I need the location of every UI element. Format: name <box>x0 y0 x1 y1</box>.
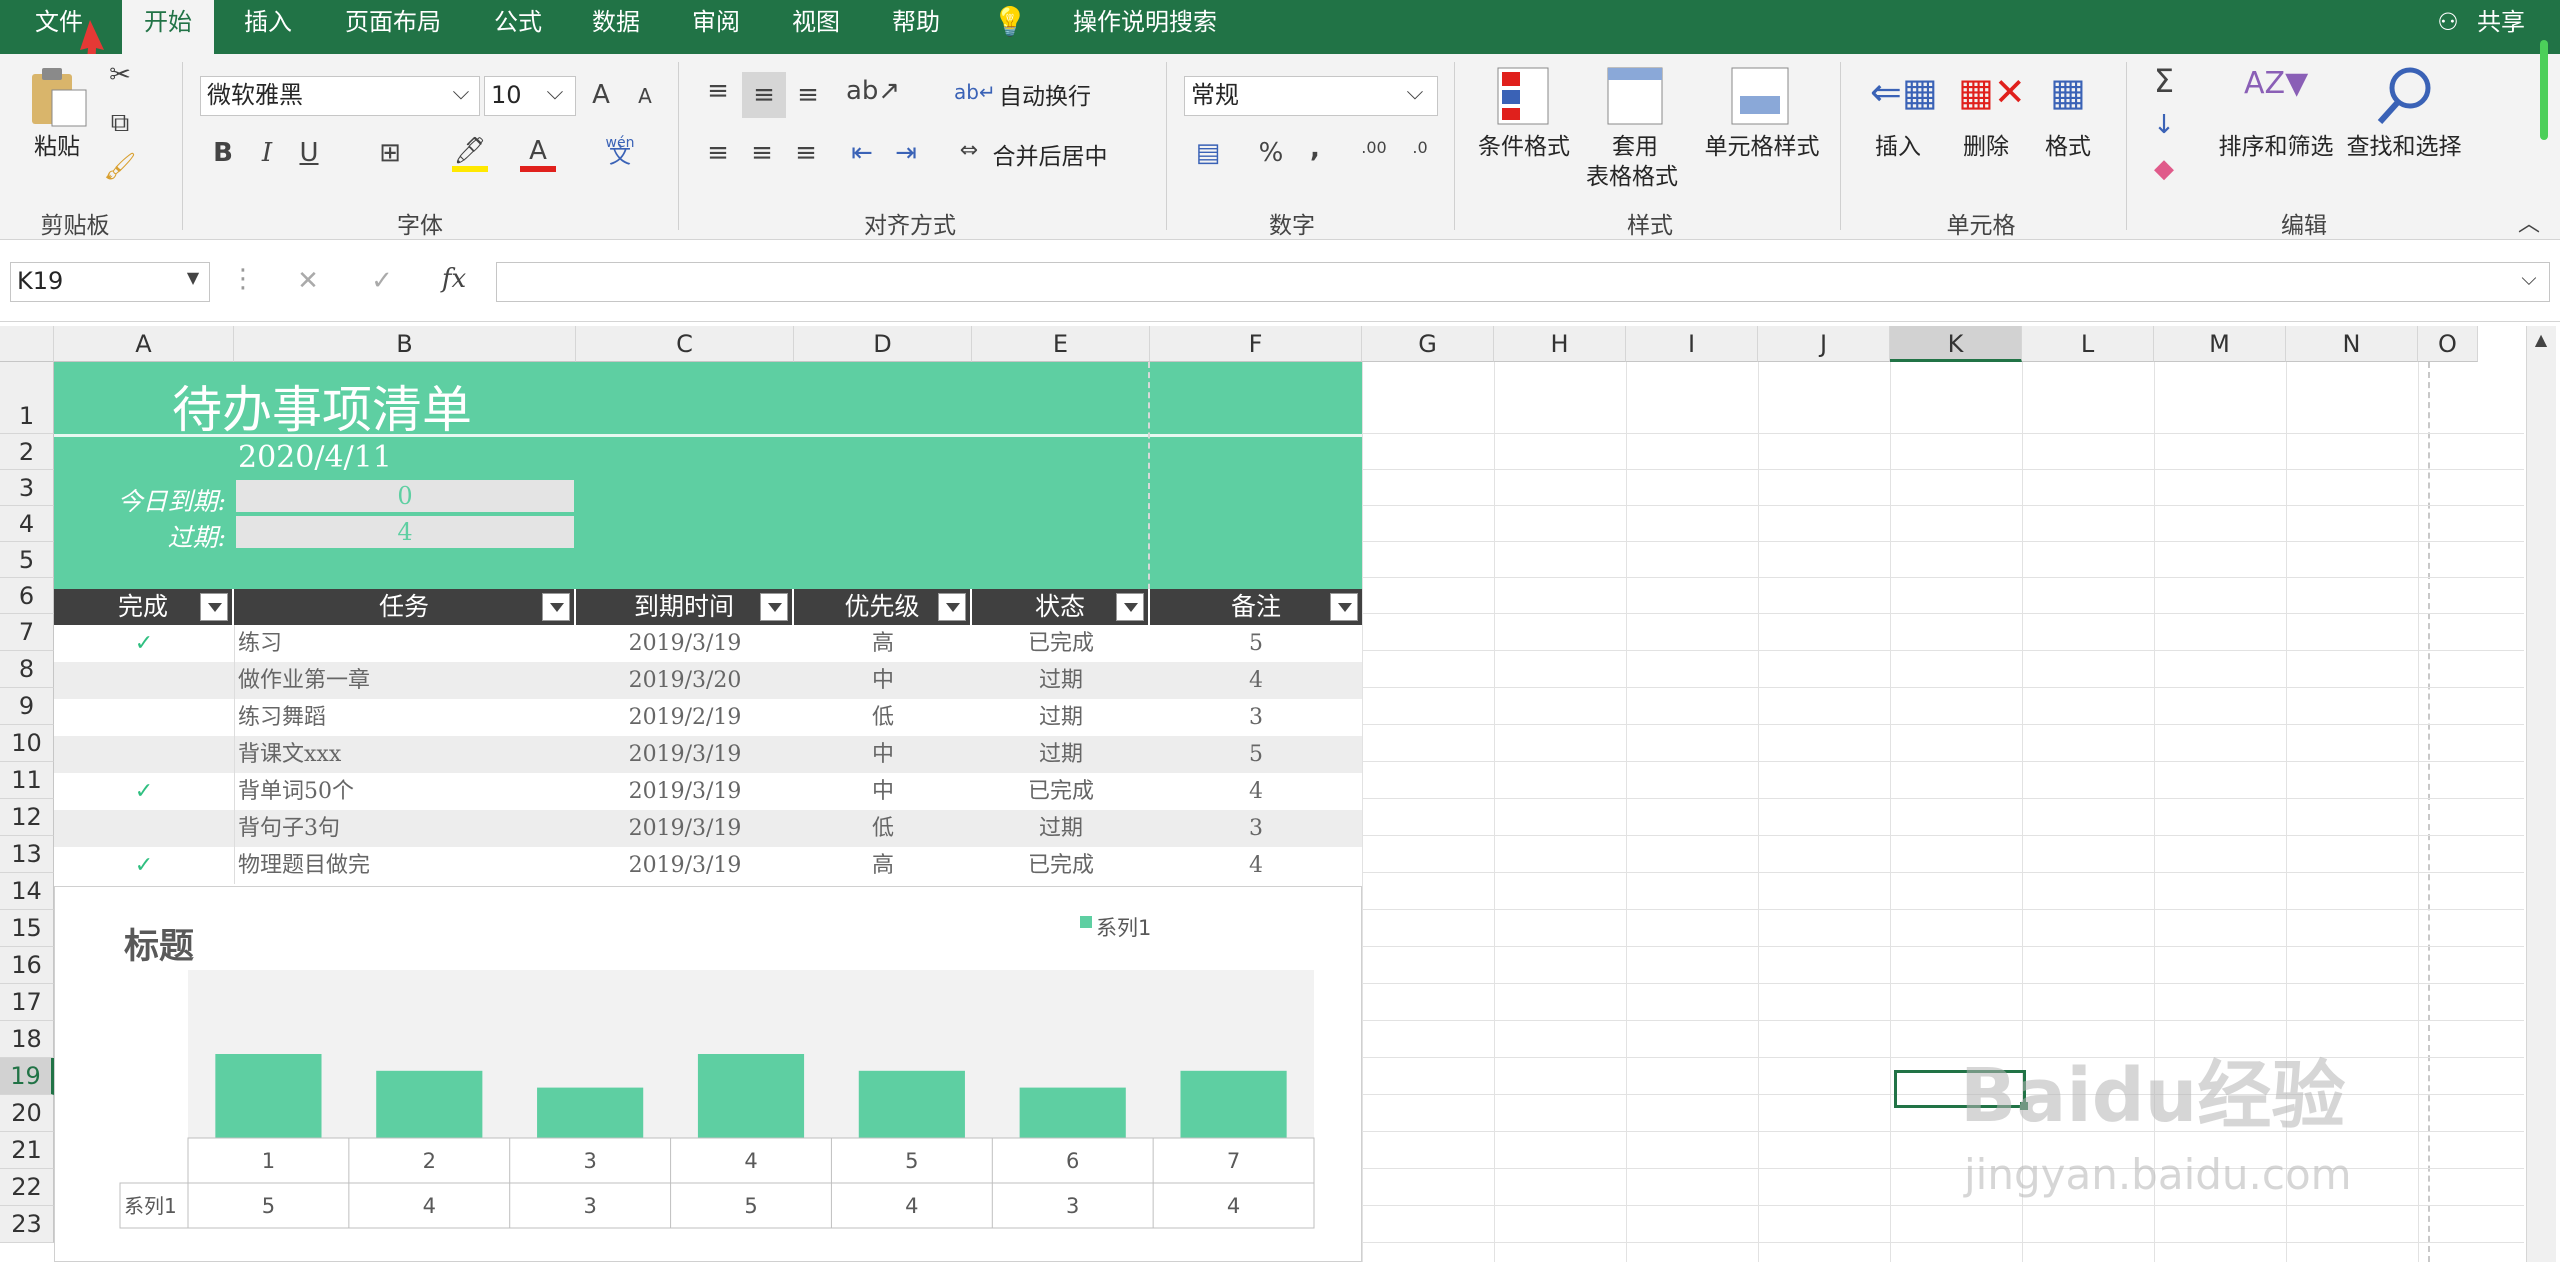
scroll-up-icon[interactable]: ▲ <box>2526 330 2556 349</box>
watermark-logo: Baidu经验 <box>1960 1053 2346 1139</box>
watermark-url: jingyan.baidu.com <box>1964 1150 2352 1199</box>
x-tick-label: 4 <box>744 1149 757 1173</box>
data-table-value: 4 <box>1227 1194 1240 1218</box>
chart-bar[interactable] <box>1019 1087 1126 1138</box>
x-tick-label: 1 <box>262 1149 275 1173</box>
chart-bar[interactable] <box>376 1070 483 1138</box>
data-table-value: 4 <box>423 1194 436 1218</box>
data-table-series-label: 系列1 <box>124 1194 177 1218</box>
data-table-value-row <box>119 1182 1315 1229</box>
ribbon-scrollbar[interactable] <box>2540 40 2548 140</box>
data-table-value: 5 <box>262 1194 275 1218</box>
chart-bar[interactable] <box>537 1087 644 1138</box>
x-tick-label: 7 <box>1227 1149 1240 1173</box>
x-tick-label: 3 <box>583 1149 596 1173</box>
x-tick-label: 5 <box>905 1149 918 1173</box>
x-tick-label: 2 <box>423 1149 436 1173</box>
chart-bar[interactable] <box>858 1070 965 1138</box>
x-tick-label: 6 <box>1066 1149 1079 1173</box>
vertical-scrollbar[interactable] <box>2526 326 2556 1262</box>
chart-bar[interactable] <box>215 1054 322 1138</box>
data-table-value: 4 <box>905 1194 918 1218</box>
data-table-value: 3 <box>1066 1194 1079 1218</box>
chart-bar[interactable] <box>697 1054 805 1138</box>
data-table-value: 3 <box>583 1194 596 1218</box>
data-table-value: 5 <box>744 1194 757 1218</box>
chart-bar[interactable] <box>1180 1070 1287 1138</box>
